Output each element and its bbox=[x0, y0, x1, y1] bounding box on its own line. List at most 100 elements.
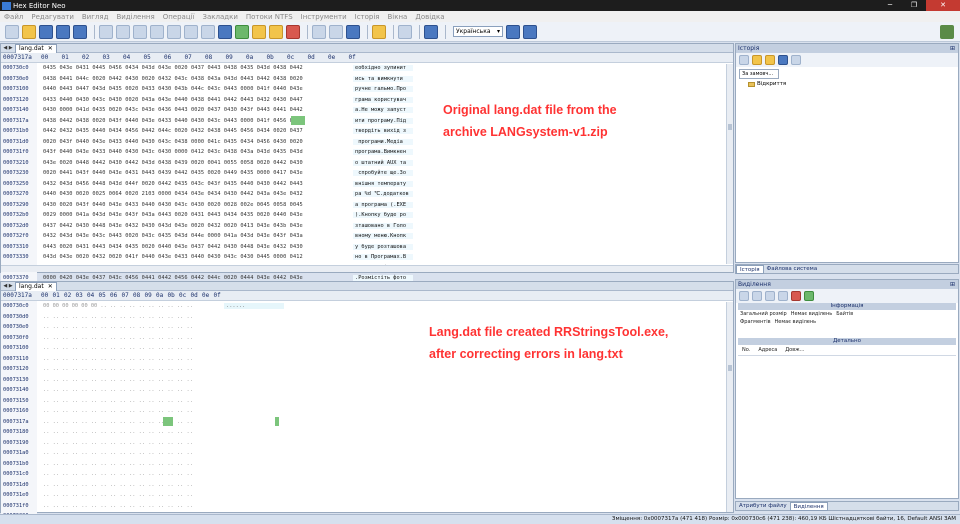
row-text[interactable]: но в Програмах.В bbox=[353, 254, 413, 261]
row-bytes[interactable]: .. .. .. .. .. .. .. .. .. .. .. .. .. .… bbox=[37, 356, 224, 362]
row-bytes[interactable]: 0020 043f 0440 043e 0433 0440 0430 043c … bbox=[37, 139, 353, 145]
hex-row[interactable]: 00073190.. .. .. .. .. .. .. .. .. .. ..… bbox=[1, 437, 733, 448]
horizontal-scrollbar[interactable] bbox=[1, 265, 733, 272]
language-select[interactable]: Українська bbox=[453, 26, 503, 37]
settings-icon[interactable] bbox=[506, 24, 520, 39]
hex-row[interactable]: 000732b0 0029 0000 041a 043d 043e 043f 04… bbox=[1, 210, 733, 221]
layout-icon[interactable] bbox=[372, 24, 386, 39]
hex-row[interactable]: 000731f0.. .. .. .. .. .. .. .. .. .. ..… bbox=[1, 500, 733, 511]
row-text[interactable]: спробуйте ще.Зо bbox=[353, 170, 413, 177]
hex-row[interactable]: 00073160.. .. .. .. .. .. .. .. .. .. ..… bbox=[1, 406, 733, 417]
row-text[interactable]: програма.Вимкнен bbox=[353, 149, 413, 156]
row-bytes[interactable]: 0435 043e 0431 0445 0456 0434 043d 043e … bbox=[37, 65, 353, 71]
history-branch-icon[interactable] bbox=[778, 55, 788, 65]
update-icon[interactable] bbox=[523, 24, 537, 39]
bits-icon[interactable] bbox=[286, 24, 300, 39]
row-bytes[interactable]: 0430 0020 043f 0440 043e 0433 0440 0430 … bbox=[37, 202, 353, 208]
tools-icon[interactable] bbox=[235, 24, 249, 39]
row-bytes[interactable]: 0440 0443 0447 043d 0435 0020 0433 0430 … bbox=[37, 86, 353, 92]
hex-row[interactable]: 000730e0 0438 0441 044c 0020 0442 0430 00… bbox=[1, 73, 733, 84]
menu-file[interactable]: Файл bbox=[0, 13, 27, 21]
help-icon[interactable] bbox=[424, 24, 438, 39]
hex-view-icon[interactable] bbox=[312, 24, 326, 39]
row-text[interactable]: о штатний AUX та bbox=[353, 159, 413, 166]
column-length[interactable]: Довж... bbox=[785, 347, 804, 353]
save-all-icon[interactable] bbox=[56, 24, 70, 39]
tab-selection[interactable]: Виділення bbox=[789, 501, 828, 511]
history-forward-icon[interactable] bbox=[752, 55, 762, 65]
hex-row[interactable]: 000731c0.. .. .. .. .. .. .. .. .. .. ..… bbox=[1, 469, 733, 480]
menu-ntfs-streams[interactable]: Потоки NTFS bbox=[242, 13, 297, 21]
row-bytes[interactable]: 043d 043e 0020 0432 0020 041f 0440 043e … bbox=[37, 254, 353, 260]
pattern-icon[interactable] bbox=[252, 24, 266, 39]
selection-tool-icon[interactable] bbox=[791, 291, 801, 301]
row-bytes[interactable]: .. .. .. .. .. .. .. .. .. .. .. .. .. .… bbox=[37, 471, 224, 477]
hex-row[interactable]: 000730c0 00 00 00 00 00 00 .. .. .. .. ..… bbox=[1, 301, 733, 312]
tab-nav-arrows[interactable]: ◀ ▶ bbox=[1, 45, 15, 51]
menu-help[interactable]: Довідка bbox=[411, 13, 448, 21]
row-text[interactable]: програми.Медіа bbox=[353, 138, 413, 145]
row-bytes[interactable]: 0443 0020 0431 0443 0434 0435 0020 0440 … bbox=[37, 244, 353, 250]
row-bytes[interactable]: 0432 043d 043e 043c 0443 0020 043c 0435 … bbox=[37, 233, 353, 239]
undo-icon[interactable] bbox=[99, 24, 113, 39]
row-bytes[interactable]: 0020 0441 043f 0440 043e 0431 0443 0439 … bbox=[37, 170, 353, 176]
row-bytes[interactable]: 0430 0000 041d 0435 0020 043c 043e 0436 … bbox=[37, 107, 353, 113]
modify-icon[interactable] bbox=[269, 24, 283, 39]
vertical-scrollbar[interactable] bbox=[726, 302, 733, 512]
customize-icon[interactable] bbox=[940, 25, 954, 39]
hex-row[interactable]: 00073120.. .. .. .. .. .. .. .. .. .. ..… bbox=[1, 364, 733, 375]
hex-row[interactable]: 00073250 0432 043d 0456 0448 043d 044f 00… bbox=[1, 178, 733, 189]
hex-row[interactable]: 00073130.. .. .. .. .. .. .. .. .. .. ..… bbox=[1, 374, 733, 385]
row-text[interactable]: у буде розташова bbox=[353, 243, 413, 250]
save-icon[interactable] bbox=[39, 24, 53, 39]
open-folder-icon[interactable] bbox=[22, 24, 36, 39]
row-bytes[interactable]: .. .. .. .. .. .. .. .. .. .. .. .. .. .… bbox=[37, 366, 224, 372]
row-bytes[interactable]: .. .. .. .. .. .. .. .. .. .. .. .. .. .… bbox=[37, 387, 224, 393]
column-address[interactable]: Адреса bbox=[758, 347, 777, 353]
find-next-icon[interactable] bbox=[218, 24, 232, 39]
row-bytes[interactable]: .. .. .. .. .. .. .. .. .. .. .. .. .. .… bbox=[37, 450, 224, 456]
row-text[interactable]: еобхідно зупинит bbox=[353, 65, 413, 72]
row-bytes[interactable]: 0029 0000 041a 043d 043e 043f 043a 0443 … bbox=[37, 212, 353, 218]
hex-row[interactable]: 00073290 0430 0020 043f 0440 043e 0433 04… bbox=[1, 199, 733, 210]
row-bytes[interactable]: .. .. .. .. .. .. .. .. .. .. .. .. .. .… bbox=[37, 324, 224, 330]
minimize-button[interactable]: ─ bbox=[878, 0, 902, 11]
row-bytes[interactable]: .. .. .. .. .. .. .. .. .. .. .. .. .. .… bbox=[37, 408, 224, 414]
row-bytes[interactable]: 0438 0442 0438 0020 043f 0440 043e 0433 … bbox=[37, 118, 353, 124]
hex-row[interactable]: 0007317a 0438 0442 0438 0020 043f 0440 04… bbox=[1, 115, 733, 126]
tab-lang-dat[interactable]: lang.dat ✕ bbox=[15, 281, 57, 291]
vertical-scrollbar[interactable] bbox=[726, 64, 733, 264]
row-text[interactable]: а.Не можу запуст bbox=[353, 107, 413, 114]
row-text[interactable]: ити програму.Під bbox=[353, 117, 413, 124]
menu-history[interactable]: Історія bbox=[351, 13, 384, 21]
hex-row[interactable]: 000731f0 043f 0440 043e 0433 0440 0430 04… bbox=[1, 147, 733, 158]
row-bytes[interactable]: .. .. .. .. .. .. .. .. .. .. .. .. .. .… bbox=[37, 482, 224, 488]
tab-close-icon[interactable]: ✕ bbox=[48, 283, 53, 291]
history-clear-icon[interactable] bbox=[791, 55, 801, 65]
hex-row[interactable]: 000731b0.. .. .. .. .. .. .. .. .. .. ..… bbox=[1, 458, 733, 469]
redo-icon[interactable] bbox=[116, 24, 130, 39]
row-bytes[interactable]: 00 00 00 00 00 00 .. .. .. .. .. .. .. .… bbox=[37, 303, 224, 309]
column-no[interactable]: No. bbox=[742, 347, 750, 353]
hex-row[interactable]: 000731d0.. .. .. .. .. .. .. .. .. .. ..… bbox=[1, 479, 733, 490]
hex-row[interactable]: 00073150.. .. .. .. .. .. .. .. .. .. ..… bbox=[1, 395, 733, 406]
hex-row[interactable]: 00073270 0440 0430 0020 0025 0064 0020 21… bbox=[1, 189, 733, 200]
selection-tool-icon[interactable] bbox=[804, 291, 814, 301]
row-bytes[interactable]: 043f 0440 043e 0433 0440 0430 043c 0430 … bbox=[37, 149, 353, 155]
row-bytes[interactable]: 0442 0432 0435 0440 0434 0456 0442 044c … bbox=[37, 128, 353, 134]
row-text[interactable]: твердіть вихід з bbox=[353, 128, 413, 135]
row-bytes[interactable]: 0438 0441 044c 0020 0442 0430 0020 0432 … bbox=[37, 76, 353, 82]
edit-mode-icon[interactable] bbox=[346, 24, 360, 39]
hex-row[interactable]: 00073140 0430 0000 041d 0435 0020 043c 04… bbox=[1, 105, 733, 116]
hex-row[interactable]: 000732f0 0432 043d 043e 043c 0443 0020 04… bbox=[1, 231, 733, 242]
row-bytes[interactable]: .. .. .. .. .. .. .. .. .. .. .. .. .. .… bbox=[37, 461, 224, 467]
row-bytes[interactable]: 0432 043d 0456 0448 043d 044f 0020 0442 … bbox=[37, 181, 353, 187]
maximize-button[interactable]: ❐ bbox=[902, 0, 926, 11]
tab-nav-arrows[interactable]: ◀ ▶ bbox=[1, 283, 15, 289]
save-as-icon[interactable] bbox=[73, 24, 87, 39]
hex-row[interactable]: 00073310 0443 0020 0431 0443 0434 0435 00… bbox=[1, 241, 733, 252]
row-bytes[interactable]: .. .. .. .. .. .. .. .. .. .. .. .. .. .… bbox=[37, 377, 224, 383]
row-text[interactable]: ).Кнопку буде ро bbox=[353, 212, 413, 219]
history-back-icon[interactable] bbox=[739, 55, 749, 65]
pin-icon[interactable]: ⊞ bbox=[950, 280, 955, 289]
